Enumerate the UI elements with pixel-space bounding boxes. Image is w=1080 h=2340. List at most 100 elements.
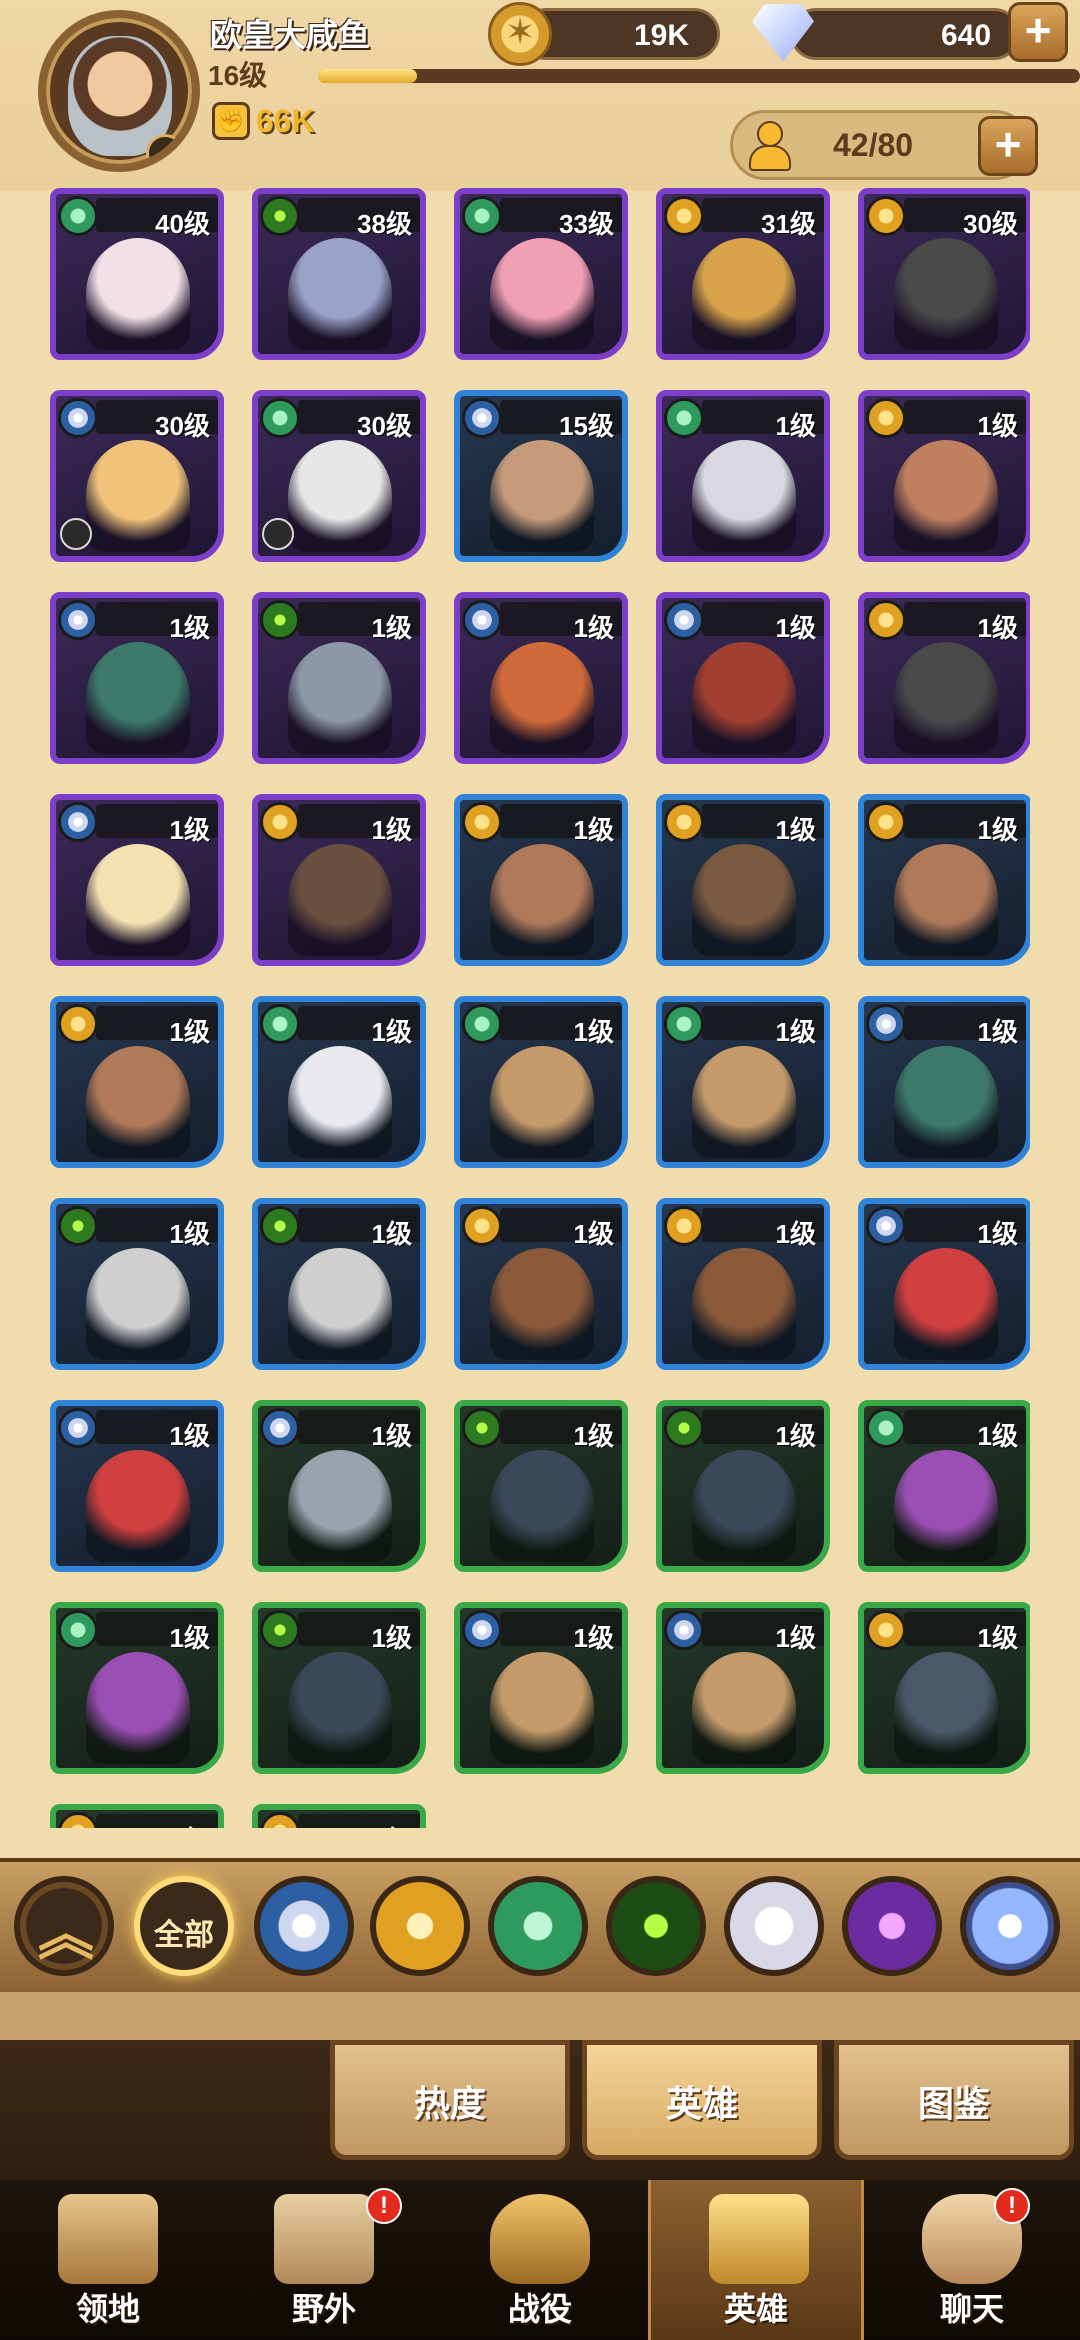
collapse-filter-button[interactable] [14, 1876, 114, 1976]
nav-territory[interactable]: 领地 [0, 2180, 216, 2340]
hero-card[interactable]: 1级 [656, 794, 830, 966]
hero-card[interactable]: 1级 [656, 1602, 830, 1774]
hero-card[interactable]: 1级 [656, 1400, 830, 1572]
hero-card[interactable]: 31级 [656, 188, 830, 360]
combat-power-value: 66K [256, 102, 315, 139]
hero-level: 38级 [357, 209, 412, 239]
hero-card[interactable]: 30级 [858, 188, 1030, 360]
hero-card[interactable]: 1级 [656, 390, 830, 562]
filter-all-button[interactable]: 全部 [134, 1876, 234, 1976]
filter-light-faction-icon[interactable] [724, 1876, 824, 1976]
hero-card[interactable]: 1级 [252, 1400, 426, 1572]
hero-card[interactable]: 15级 [454, 390, 628, 562]
hero-level: 1级 [371, 1623, 412, 1653]
gold-faction-icon [664, 802, 704, 842]
hero-level: 30级 [963, 209, 1018, 239]
hero-card[interactable]: 1级 [252, 996, 426, 1168]
filter-nature-faction-icon[interactable] [488, 1876, 588, 1976]
hero-card[interactable]: 1级 [858, 592, 1030, 764]
hero-card[interactable]: 1级 [858, 996, 1030, 1168]
hero-card[interactable]: 30级 [50, 390, 224, 562]
hero-card[interactable]: 1级 [858, 1602, 1030, 1774]
hero-card[interactable]: 1级 [50, 996, 224, 1168]
hero-level-band: 1级 [904, 602, 1026, 643]
eye-faction-icon [260, 196, 300, 236]
hero-card[interactable]: 1级 [252, 1198, 426, 1370]
gold-faction-icon [866, 802, 906, 842]
hero-level: 1级 [169, 1623, 210, 1653]
hero-level-band: 1级 [500, 1208, 622, 1249]
hero-level-band: 1级 [96, 1814, 218, 1828]
tab-popularity[interactable]: 热度 [330, 2040, 570, 2160]
hero-card[interactable]: 1级 [858, 1198, 1030, 1370]
green-faction-icon [462, 196, 502, 236]
nav-heroes[interactable]: 英雄 [648, 2180, 864, 2340]
nav-heroes-label: 英雄 [723, 2291, 788, 2327]
hero-card[interactable]: 1级 [656, 996, 830, 1168]
hero-card[interactable]: 1级 [252, 592, 426, 764]
tab-heroes[interactable]: 英雄 [582, 2040, 822, 2160]
hero-level-band: 1级 [298, 1208, 420, 1249]
filter-arcane-faction-icon[interactable] [960, 1876, 1060, 1976]
hero-card[interactable]: 1级 [858, 794, 1030, 966]
hero-level: 15级 [559, 411, 614, 441]
xp-progress-fill [318, 69, 418, 83]
hero-card[interactable]: 40级 [50, 188, 224, 360]
hero-card[interactable]: 1级 [50, 1804, 224, 1828]
hero-card[interactable]: 1级 [50, 1602, 224, 1774]
hero-level-band: 1级 [298, 602, 420, 643]
hero-level-band: 30级 [298, 400, 420, 441]
hero-portrait [288, 238, 392, 350]
filter-gold-faction-icon[interactable] [370, 1876, 470, 1976]
hero-portrait [86, 642, 190, 754]
hero-portrait [490, 1248, 594, 1360]
hero-card[interactable]: 1级 [454, 996, 628, 1168]
hero-level-band: 1级 [702, 400, 824, 441]
gold-coin-icon [488, 2, 552, 66]
green-faction-icon [462, 1004, 502, 1044]
hero-card[interactable]: 1级 [50, 1400, 224, 1572]
green-faction-icon [260, 1004, 300, 1044]
hero-portrait [288, 440, 392, 552]
nav-chat-label: 聊天 [939, 2291, 1004, 2327]
tab-codex[interactable]: 图鉴 [834, 2040, 1074, 2160]
hero-level: 1级 [169, 1219, 210, 1249]
hero-card[interactable]: 33级 [454, 188, 628, 360]
filter-star-faction-icon[interactable] [254, 1876, 354, 1976]
hero-level-band: 1级 [500, 1612, 622, 1653]
nav-wild[interactable]: ! 野外 [216, 2180, 432, 2340]
hero-card[interactable]: 1级 [50, 794, 224, 966]
hero-card[interactable]: 1级 [858, 390, 1030, 562]
hero-card[interactable]: 1级 [252, 794, 426, 966]
hero-card[interactable]: 1级 [656, 1198, 830, 1370]
buy-gems-button[interactable]: + [1008, 2, 1068, 62]
hero-card[interactable]: 1级 [454, 1400, 628, 1572]
hero-card[interactable]: 30级 [252, 390, 426, 562]
hero-card[interactable]: 1级 [454, 592, 628, 764]
player-avatar[interactable] [38, 10, 200, 172]
nav-campaign[interactable]: 战役 [432, 2180, 648, 2340]
filter-eye-faction-icon[interactable] [606, 1876, 706, 1976]
hero-card[interactable]: 1级 [454, 1198, 628, 1370]
star-faction-icon [462, 1610, 502, 1650]
hero-card[interactable]: 1级 [454, 1602, 628, 1774]
hero-portrait [86, 844, 190, 956]
hero-card[interactable]: 1级 [50, 1198, 224, 1370]
hero-card[interactable]: 1级 [252, 1804, 426, 1828]
filter-dark-faction-icon[interactable] [842, 1876, 942, 1976]
expand-capacity-button[interactable]: + [978, 116, 1038, 176]
hero-card[interactable]: 1级 [454, 794, 628, 966]
hero-portrait [894, 1046, 998, 1158]
hero-level-band: 1级 [702, 602, 824, 643]
hero-card[interactable]: 38级 [252, 188, 426, 360]
hero-card[interactable]: 1级 [656, 592, 830, 764]
castle-icon [58, 2194, 158, 2284]
nav-chat[interactable]: ! 聊天 [864, 2180, 1080, 2340]
hero-level-band: 1级 [96, 602, 218, 643]
hero-card[interactable]: 1级 [252, 1602, 426, 1774]
green-faction-icon [664, 1004, 704, 1044]
hero-portrait [490, 844, 594, 956]
hero-card[interactable]: 1级 [858, 1400, 1030, 1572]
hero-portrait [692, 1652, 796, 1764]
hero-card[interactable]: 1级 [50, 592, 224, 764]
